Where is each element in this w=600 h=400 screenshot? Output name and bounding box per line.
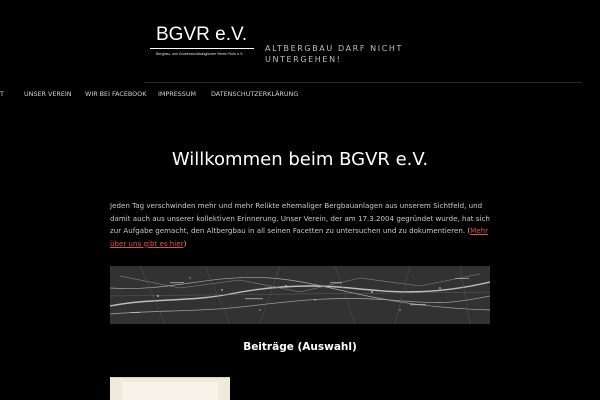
site-logo[interactable]: BGVR e.V. Bergbau- und Grubenarchäologis… — [144, 18, 254, 68]
nav-item-unser-verein[interactable]: UNSER VEREIN — [24, 90, 72, 98]
historic-map-banner — [110, 266, 490, 324]
site-header: BGVR e.V. Bergbau- und Grubenarchäologis… — [0, 0, 600, 83]
page: BGVR e.V. Bergbau- und Grubenarchäologis… — [0, 0, 600, 400]
nav-item-datenschutz[interactable]: DATENSCHUTZERKLÄRUNG — [211, 90, 298, 98]
logo-title: BGVR e.V. — [156, 24, 248, 45]
logo-subtitle: Bergbau- und Grubenarchäologischer Verei… — [156, 52, 244, 56]
intro-body: Jeden Tag verschwinden mehr und mehr Rel… — [110, 201, 490, 236]
main-navigation: ST UNSER VEREIN WIR BEI FACEBOOK IMPRESS… — [0, 88, 600, 104]
post-thumbnail-image — [122, 382, 218, 400]
page-title: Willkommen beim BGVR e.V. — [171, 149, 429, 170]
post-thumbnail[interactable] — [110, 377, 230, 400]
posts-section-title: Beiträge (Auswahl) — [243, 341, 357, 353]
nav-item-facebook[interactable]: WIR BEI FACEBOOK — [85, 90, 146, 98]
intro-end: ) — [183, 238, 187, 248]
nav-item-start[interactable]: ST — [0, 90, 4, 98]
logo-underline — [150, 48, 254, 49]
map-image — [110, 266, 490, 324]
intro-text: Jeden Tag verschwinden mehr und mehr Rel… — [110, 200, 490, 250]
header-divider — [144, 82, 582, 83]
nav-item-impressum[interactable]: IMPRESSUM — [158, 90, 196, 98]
site-tagline: ALTBERGBAU DARF NICHT UNTERGEHEN! — [265, 44, 404, 64]
